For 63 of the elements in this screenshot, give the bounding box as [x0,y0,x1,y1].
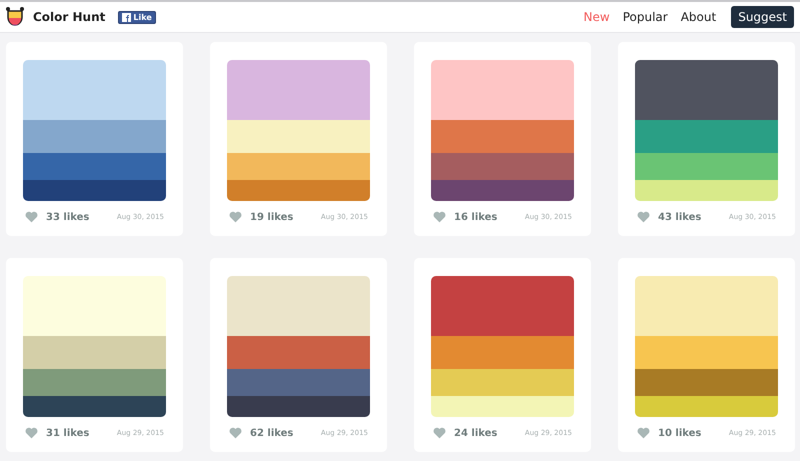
color-swatch[interactable] [635,180,778,201]
color-swatch[interactable] [431,60,574,120]
color-swatch[interactable] [635,153,778,180]
color-swatch[interactable] [23,180,166,201]
heart-icon[interactable] [25,211,38,223]
heart-icon[interactable] [25,427,38,439]
likes-count: 10 likes [658,428,702,438]
logo-icon[interactable] [4,6,26,28]
color-swatch[interactable] [227,180,370,201]
heart-icon[interactable] [229,211,242,223]
likes-count: 19 likes [250,212,294,222]
color-swatch[interactable] [23,336,166,370]
heart-icon[interactable] [433,211,446,223]
facebook-icon [122,12,132,22]
suggest-button[interactable]: Suggest [731,6,794,28]
color-swatch[interactable] [23,369,166,396]
likes-count: 24 likes [454,428,498,438]
color-palette[interactable] [431,60,574,201]
likes-count: 62 likes [250,428,294,438]
likes-count: 31 likes [46,428,90,438]
brand-name[interactable]: Color Hunt [33,10,106,24]
color-swatch[interactable] [635,276,778,336]
color-swatch[interactable] [23,153,166,180]
color-swatch[interactable] [635,336,778,370]
color-swatch[interactable] [227,276,370,336]
color-palette[interactable] [635,60,778,201]
heart-icon[interactable] [229,427,242,439]
color-swatch[interactable] [635,120,778,154]
color-palette[interactable] [227,60,370,201]
color-palette[interactable] [431,276,574,417]
nav-link[interactable]: Popular [622,10,668,24]
color-palette[interactable] [635,276,778,417]
color-swatch[interactable] [23,120,166,154]
likes-count: 43 likes [658,212,702,222]
color-swatch[interactable] [227,153,370,180]
heart-icon[interactable] [433,427,446,439]
color-swatch[interactable] [635,396,778,417]
color-swatch[interactable] [431,276,574,336]
color-swatch[interactable] [227,120,370,154]
facebook-like-button[interactable]: Like [118,10,156,24]
color-swatch[interactable] [227,336,370,370]
color-swatch[interactable] [227,369,370,396]
nav-link[interactable]: About [680,10,716,24]
color-swatch[interactable] [23,396,166,417]
color-swatch[interactable] [635,60,778,120]
heart-icon[interactable] [637,211,650,223]
color-swatch[interactable] [431,369,574,396]
color-swatch[interactable] [23,276,166,336]
color-swatch[interactable] [227,60,370,120]
color-swatch[interactable] [431,336,574,370]
likes-count: 16 likes [454,212,498,222]
color-palette[interactable] [23,60,166,201]
color-palette[interactable] [23,276,166,417]
color-swatch[interactable] [431,396,574,417]
color-swatch[interactable] [635,369,778,396]
likes-count: 33 likes [46,212,90,222]
color-swatch[interactable] [431,180,574,201]
color-swatch[interactable] [23,60,166,120]
color-swatch[interactable] [431,120,574,154]
color-palette[interactable] [227,276,370,417]
heart-icon[interactable] [637,427,650,439]
color-swatch[interactable] [431,153,574,180]
color-swatch[interactable] [227,396,370,417]
